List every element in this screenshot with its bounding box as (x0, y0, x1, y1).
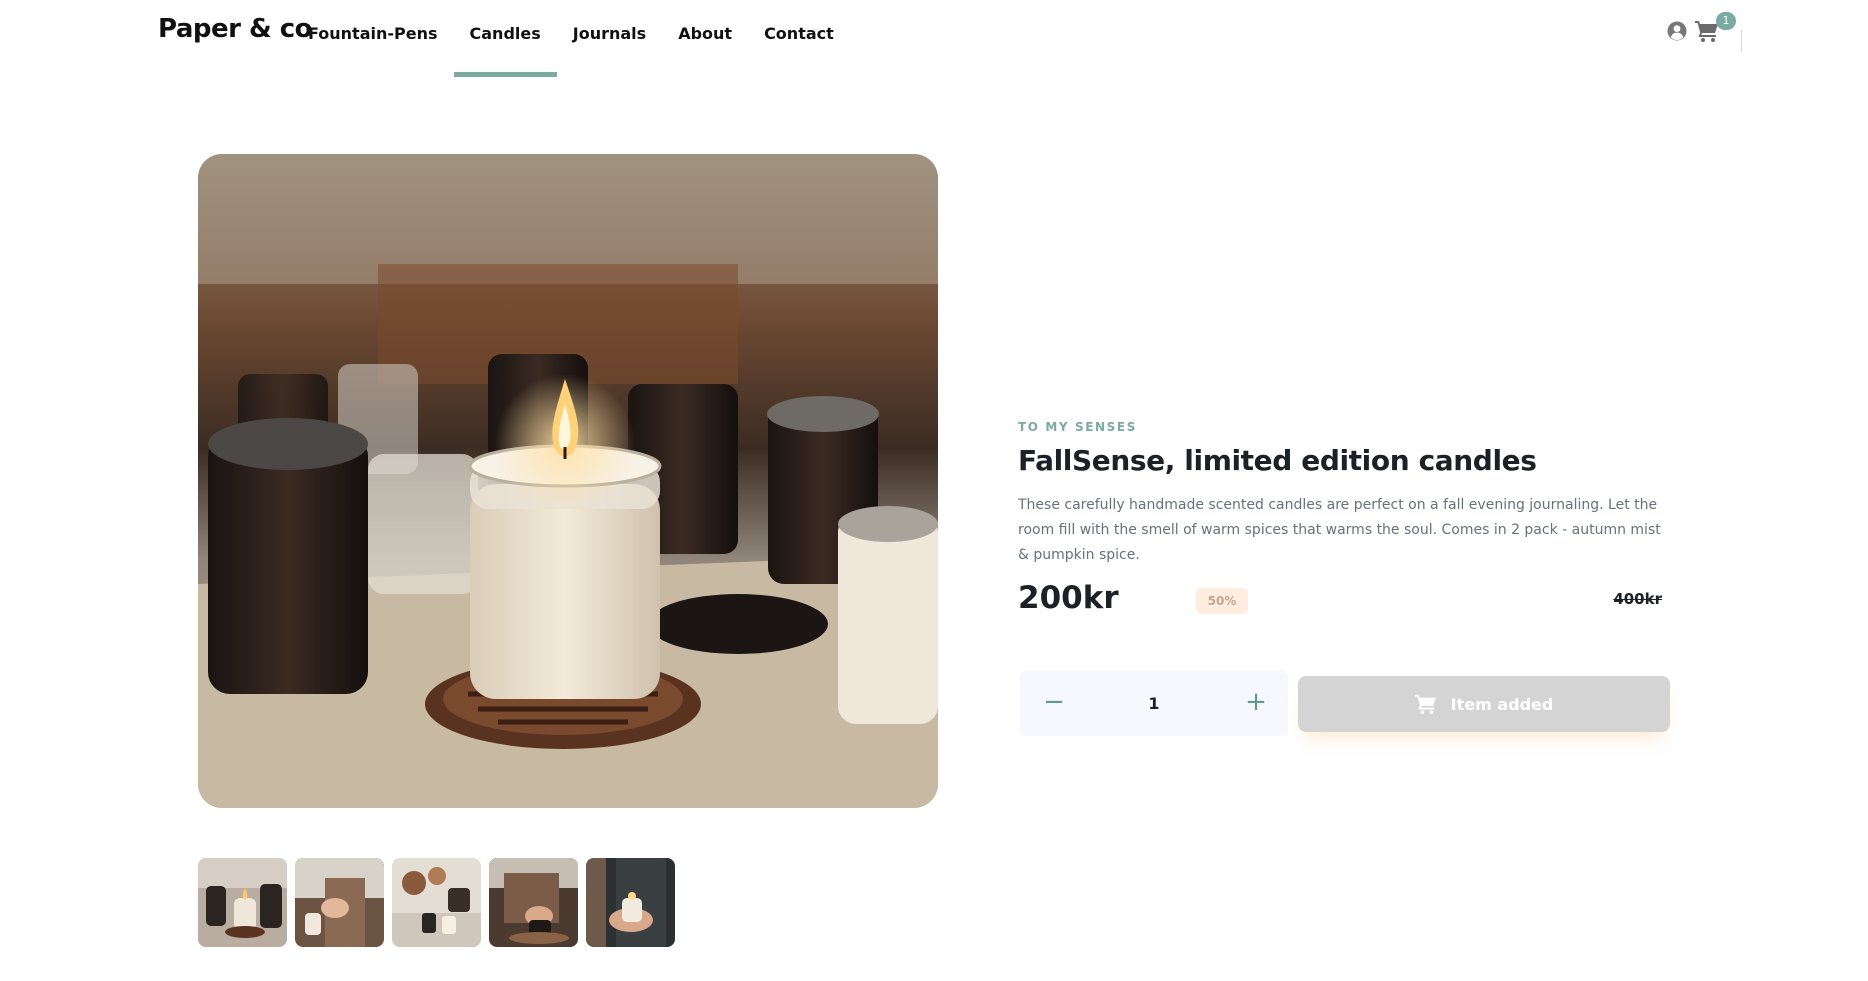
quantity-stepper: − 1 + (1020, 671, 1288, 736)
decrease-quantity-button[interactable]: − (1024, 671, 1084, 736)
thumbnail-3[interactable] (392, 858, 481, 947)
thumbnail-1[interactable] (198, 858, 287, 947)
nav-item-candles[interactable]: Candles (453, 24, 558, 77)
current-price: 200kr (1018, 580, 1119, 616)
thumbnail-4[interactable] (489, 858, 578, 947)
logo[interactable]: Paper & co (158, 14, 313, 44)
cart-icon (1414, 694, 1436, 714)
thumbnail-5[interactable] (586, 858, 675, 947)
discount-badge: 50% (1196, 588, 1248, 614)
product-description: These carefully handmade scented candles… (1018, 497, 1661, 563)
main-product-image[interactable] (198, 154, 938, 808)
header-divider (1741, 30, 1742, 52)
product-title: FallSense, limited edition candles (1018, 444, 1537, 477)
nav-item-about[interactable]: About (678, 24, 732, 43)
company-name: TO MY SENSES (1018, 420, 1137, 434)
thumbnail-2[interactable] (295, 858, 384, 947)
original-price: 400kr (1613, 590, 1662, 608)
main-nav: Fountain-Pens Candles Journals About Con… (308, 24, 866, 77)
increase-quantity-button[interactable]: + (1226, 671, 1286, 736)
add-to-cart-label: Item added (1450, 694, 1554, 714)
product-info: TO MY SENSES FallSense, limited edition … (1018, 420, 1670, 622)
user-icon[interactable] (1667, 21, 1687, 41)
nav-item-fountain-pens[interactable]: Fountain-Pens (308, 24, 438, 43)
candle-photo (198, 154, 938, 808)
price-row: 200kr 50% 400kr (1018, 580, 1670, 622)
thumbnail-strip (198, 858, 683, 947)
quantity-value: 1 (1148, 694, 1160, 713)
nav-item-contact[interactable]: Contact (764, 24, 834, 43)
cart-count-badge: 1 (1716, 12, 1736, 30)
add-to-cart-button[interactable]: Item added (1298, 676, 1670, 732)
nav-item-journals[interactable]: Journals (573, 24, 646, 43)
site-header: Paper & co Fountain-Pens Candles Journal… (0, 0, 1868, 80)
